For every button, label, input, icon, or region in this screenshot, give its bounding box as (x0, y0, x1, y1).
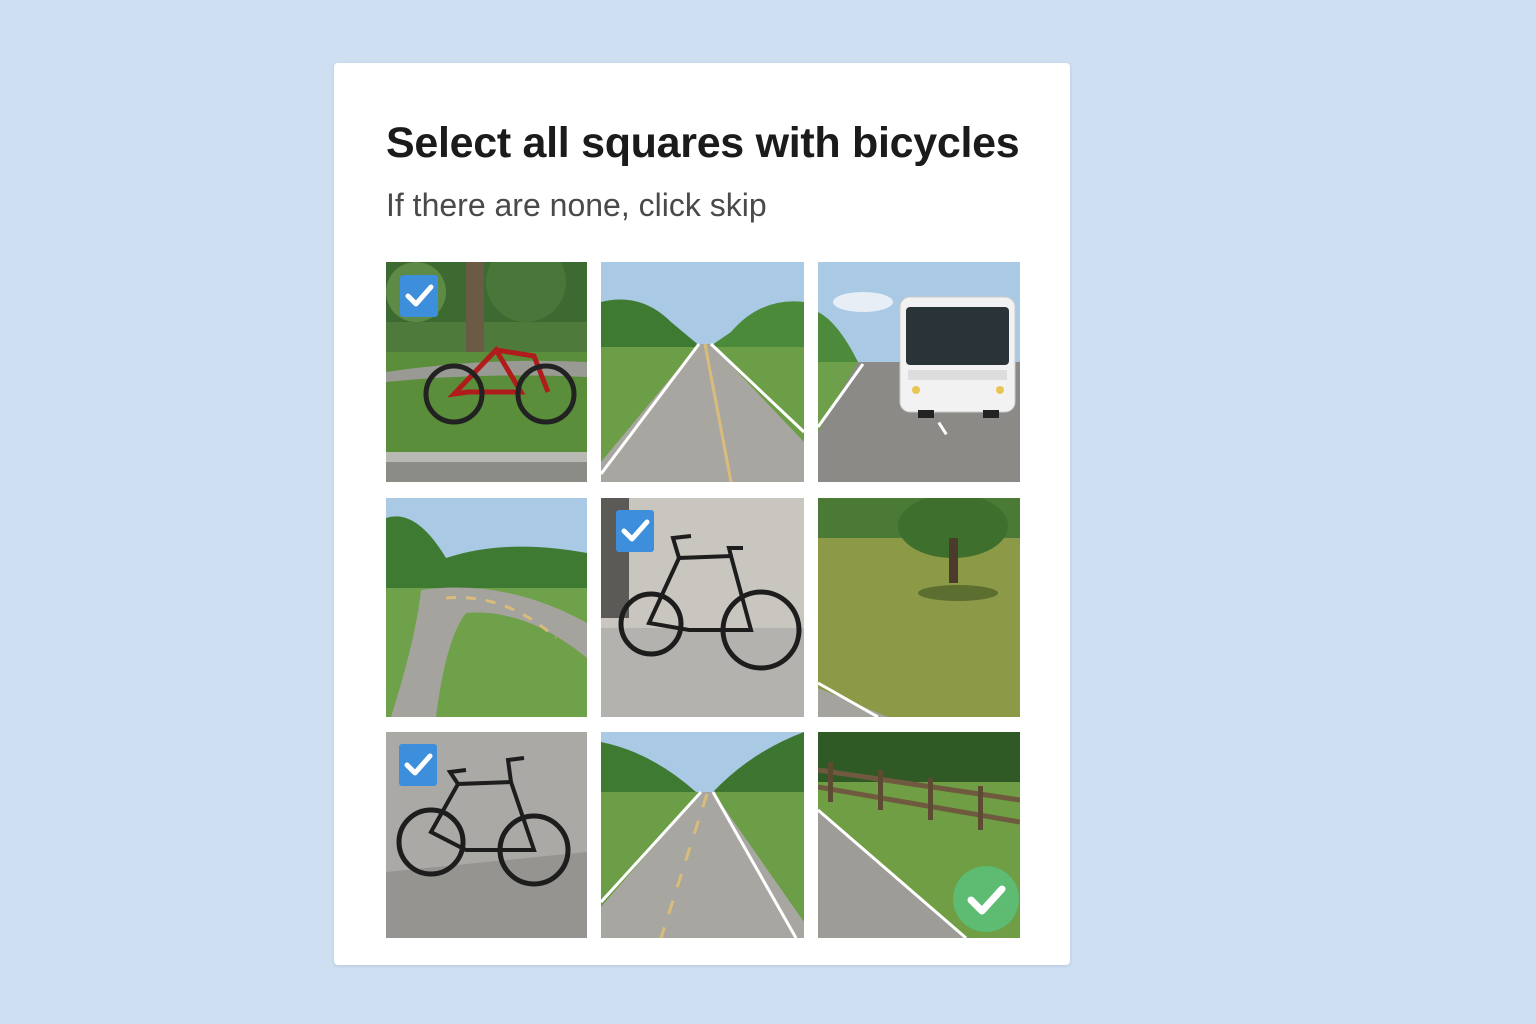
tile-checkbox[interactable] (400, 275, 438, 317)
checkmark-icon (621, 519, 650, 542)
challenge-title: Select all squares with bicycles (386, 119, 1020, 167)
grid-tile-1[interactable] (386, 262, 587, 482)
grid-tile-8[interactable] (601, 732, 804, 938)
grid-tile-5[interactable] (601, 498, 804, 717)
tile-image (601, 732, 804, 938)
tile-checkbox[interactable] (616, 510, 654, 552)
grid-tile-2[interactable] (601, 262, 804, 482)
tile-image (818, 262, 1020, 482)
challenge-subtitle: If there are none, click skip (386, 187, 767, 223)
tile-checkbox[interactable] (399, 744, 437, 786)
grid-tile-7[interactable] (386, 732, 587, 938)
grid-tile-4[interactable] (386, 498, 587, 717)
grid-tile-3[interactable] (818, 262, 1020, 482)
checkmark-icon (405, 284, 434, 307)
tile-image (601, 262, 804, 482)
tile-image (386, 498, 587, 717)
grid-tile-6[interactable] (818, 498, 1020, 717)
verified-check-icon (967, 885, 1006, 915)
checkmark-icon (404, 753, 433, 776)
verified-badge (953, 866, 1019, 932)
tile-image (818, 498, 1020, 717)
